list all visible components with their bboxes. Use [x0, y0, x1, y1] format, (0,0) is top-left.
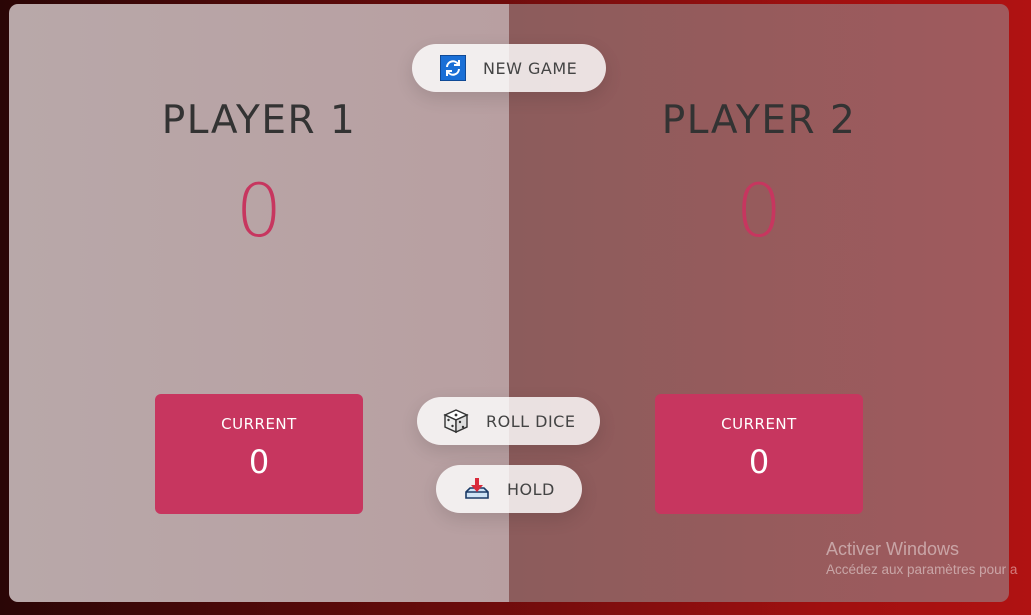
refresh-icon — [439, 54, 467, 82]
player-2-current-box: CURRENT 0 — [655, 394, 863, 514]
new-game-label: NEW GAME — [483, 58, 578, 78]
player-1-name: PLAYER 1 — [161, 98, 357, 143]
player-1-score: 0 — [235, 169, 283, 254]
player-1-current-box: CURRENT 0 — [155, 394, 363, 514]
player-2-panel: PLAYER 2 0 CURRENT 0 — [509, 4, 1009, 602]
player-1-current-score: 0 — [248, 443, 270, 481]
download-tray-icon — [463, 475, 491, 503]
roll-dice-button[interactable]: ROLL DICE — [417, 397, 600, 445]
player-2-current-score: 0 — [748, 443, 770, 481]
hold-label: HOLD — [507, 479, 555, 499]
watermark-subtitle: Accédez aux paramètres pour a — [826, 562, 1018, 577]
dice-icon — [442, 407, 470, 435]
player-2-name: PLAYER 2 — [661, 98, 857, 143]
game-board: PLAYER 1 0 CURRENT 0 PLAYER 2 0 CURRENT … — [9, 4, 1009, 602]
roll-dice-label: ROLL DICE — [486, 411, 576, 431]
player-1-current-label: CURRENT — [221, 415, 297, 433]
player-2-score: 0 — [735, 169, 783, 254]
watermark-title: Activer Windows — [826, 539, 960, 559]
new-game-button[interactable]: NEW GAME — [412, 44, 606, 92]
player-2-current-label: CURRENT — [721, 415, 797, 433]
player-1-panel: PLAYER 1 0 CURRENT 0 — [9, 4, 509, 602]
windows-activation-watermark: Activer Windows Accédez aux paramètres p… — [826, 539, 1017, 577]
hold-button[interactable]: HOLD — [436, 465, 582, 513]
